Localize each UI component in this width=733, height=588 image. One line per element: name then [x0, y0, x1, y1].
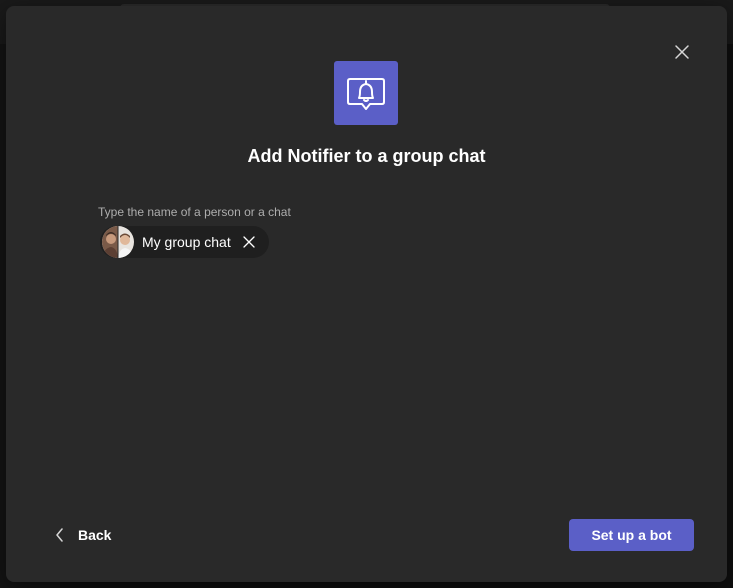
add-app-dialog: Add Notifier to a group chat Type the na…	[6, 6, 727, 582]
app-icon-tile	[334, 61, 398, 125]
close-icon	[675, 45, 689, 59]
close-button[interactable]	[670, 40, 694, 64]
chat-search-label: Type the name of a person or a chat	[98, 205, 291, 219]
set-up-bot-button[interactable]: Set up a bot	[569, 519, 694, 551]
back-label: Back	[78, 527, 112, 543]
remove-chat-button[interactable]	[241, 234, 257, 250]
back-button[interactable]: Back	[54, 522, 111, 548]
selected-chat-label: My group chat	[142, 234, 231, 250]
group-avatar-icon	[102, 226, 134, 258]
chevron-left-icon	[56, 528, 63, 542]
dialog-title: Add Notifier to a group chat	[247, 146, 486, 166]
bell-notification-icon	[347, 78, 385, 110]
close-icon	[243, 236, 255, 248]
selected-chat-chip[interactable]: My group chat	[100, 226, 269, 258]
